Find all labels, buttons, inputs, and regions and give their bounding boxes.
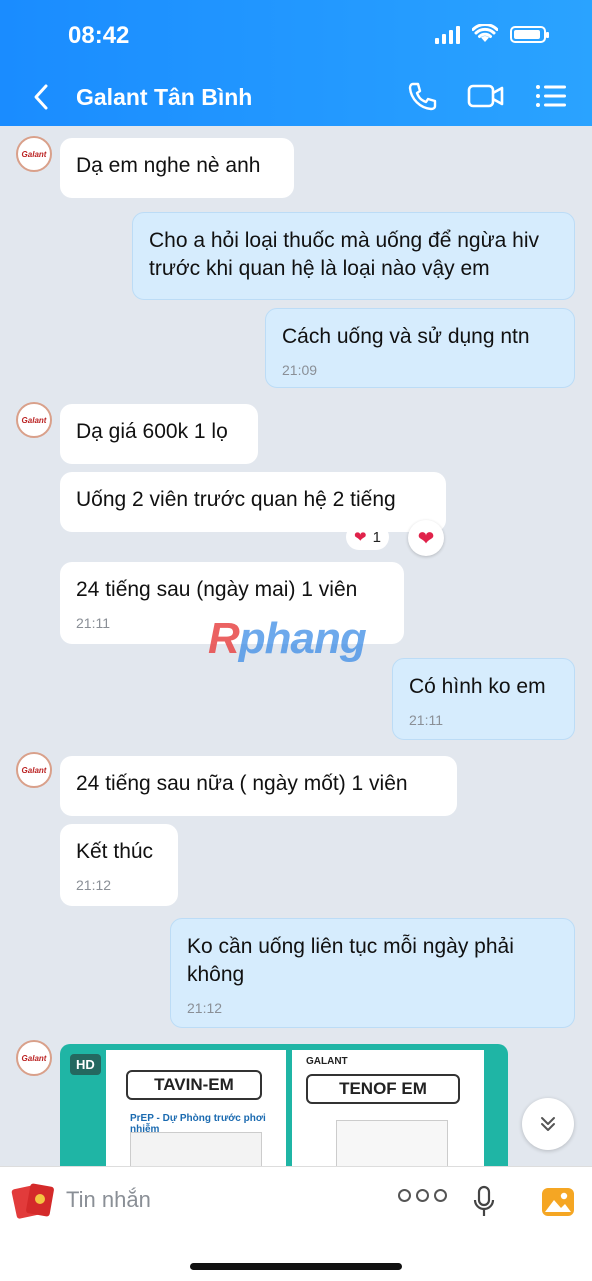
signal-icon xyxy=(435,24,460,44)
sticker-icon[interactable] xyxy=(10,1179,56,1223)
message-input[interactable]: Tin nhắn xyxy=(66,1187,151,1213)
message-bubble-incoming[interactable]: Uống 2 viên trước quan hệ 2 tiếng xyxy=(60,472,446,532)
message-text: Kết thúc xyxy=(76,840,154,863)
composer-bar: Tin nhắn xyxy=(0,1166,592,1281)
contact-avatar[interactable]: Galant xyxy=(16,752,52,788)
product-image-tavin-em: TAVIN-EM PrEP - Dự Phòng trước phơi nhiễ… xyxy=(106,1050,286,1166)
contact-avatar[interactable]: Galant xyxy=(16,402,52,438)
message-text: Ko cần uống liên tục mỗi ngày phải không xyxy=(187,935,514,986)
medicine-box xyxy=(336,1120,448,1166)
message-bubble-incoming[interactable]: 24 tiếng sau nữa ( ngày mốt) 1 viên xyxy=(60,756,457,816)
battery-icon xyxy=(510,25,549,43)
brand-logo: GALANT xyxy=(306,1056,348,1067)
phone-call-icon[interactable] xyxy=(406,80,438,112)
message-text: Uống 2 viên trước quan hệ 2 tiếng xyxy=(76,488,396,511)
wifi-icon xyxy=(472,24,498,42)
message-time: 21:12 xyxy=(187,1000,223,1016)
double-chevron-down-icon xyxy=(541,1117,555,1131)
message-text: Dạ giá 600k 1 lọ xyxy=(76,420,228,443)
photo-gallery-icon[interactable] xyxy=(540,1185,576,1219)
message-text: Cho a hỏi loại thuốc mà uống để ngừa hiv… xyxy=(149,229,539,280)
status-icons xyxy=(435,24,549,44)
product-label: TENOF EM xyxy=(306,1074,460,1104)
product-image-tenof-em: GALANT TENOF EM xyxy=(292,1050,484,1166)
message-bubble-incoming[interactable]: Dạ em nghe nè anh xyxy=(60,138,294,198)
message-text: Cách uống và sử dụng ntn xyxy=(282,325,530,348)
reaction-count: 1 xyxy=(372,528,381,546)
heart-icon: ❤ xyxy=(417,527,435,550)
contact-name[interactable]: Galant Tân Bình xyxy=(76,84,252,111)
message-bubble-outgoing[interactable]: Cho a hỏi loại thuốc mà uống để ngừa hiv… xyxy=(132,212,575,300)
watermark-logo: Rphang xyxy=(208,614,367,663)
message-bubble-outgoing[interactable]: Có hình ko em 21:11 xyxy=(392,658,575,740)
reaction-summary[interactable]: ❤ 1 xyxy=(346,524,389,550)
message-text: Dạ em nghe nè anh xyxy=(76,154,261,177)
message-bubble-outgoing[interactable]: Ko cần uống liên tục mỗi ngày phải không… xyxy=(170,918,575,1028)
microphone-icon[interactable] xyxy=(472,1185,496,1219)
contact-avatar[interactable]: Galant xyxy=(16,136,52,172)
message-bubble-outgoing[interactable]: Cách uống và sử dụng ntn 21:09 xyxy=(265,308,575,388)
heart-icon: ❤ xyxy=(354,529,367,546)
home-indicator xyxy=(190,1263,402,1270)
back-arrow-icon[interactable] xyxy=(28,80,54,114)
message-list[interactable]: Galant Dạ em nghe nè anh Cho a hỏi loại … xyxy=(0,126,592,1166)
more-options-icon[interactable] xyxy=(398,1189,447,1202)
status-time: 08:42 xyxy=(68,22,130,49)
message-time: 21:12 xyxy=(76,877,112,893)
add-reaction-button[interactable]: ❤ xyxy=(408,520,444,556)
message-text: 24 tiếng sau (ngày mai) 1 viên xyxy=(76,578,358,601)
menu-list-icon[interactable] xyxy=(534,80,568,112)
video-call-icon[interactable] xyxy=(466,80,506,112)
hd-badge: HD xyxy=(70,1054,101,1075)
chat-header: 08:42 Galant Tân Bình xyxy=(0,0,592,126)
image-message[interactable]: TAVIN-EM PrEP - Dự Phòng trước phơi nhiễ… xyxy=(60,1044,508,1166)
message-text: 24 tiếng sau nữa ( ngày mốt) 1 viên xyxy=(76,772,408,795)
product-label: TAVIN-EM xyxy=(126,1070,262,1100)
scroll-to-bottom-button[interactable] xyxy=(522,1098,574,1150)
medicine-box xyxy=(130,1132,262,1166)
message-time: 21:09 xyxy=(282,362,318,378)
message-bubble-incoming[interactable]: Dạ giá 600k 1 lọ xyxy=(60,404,258,464)
message-time: 21:11 xyxy=(409,712,443,728)
contact-avatar[interactable]: Galant xyxy=(16,1040,52,1076)
message-bubble-incoming[interactable]: Kết thúc 21:12 xyxy=(60,824,178,906)
message-text: Có hình ko em xyxy=(409,675,546,698)
